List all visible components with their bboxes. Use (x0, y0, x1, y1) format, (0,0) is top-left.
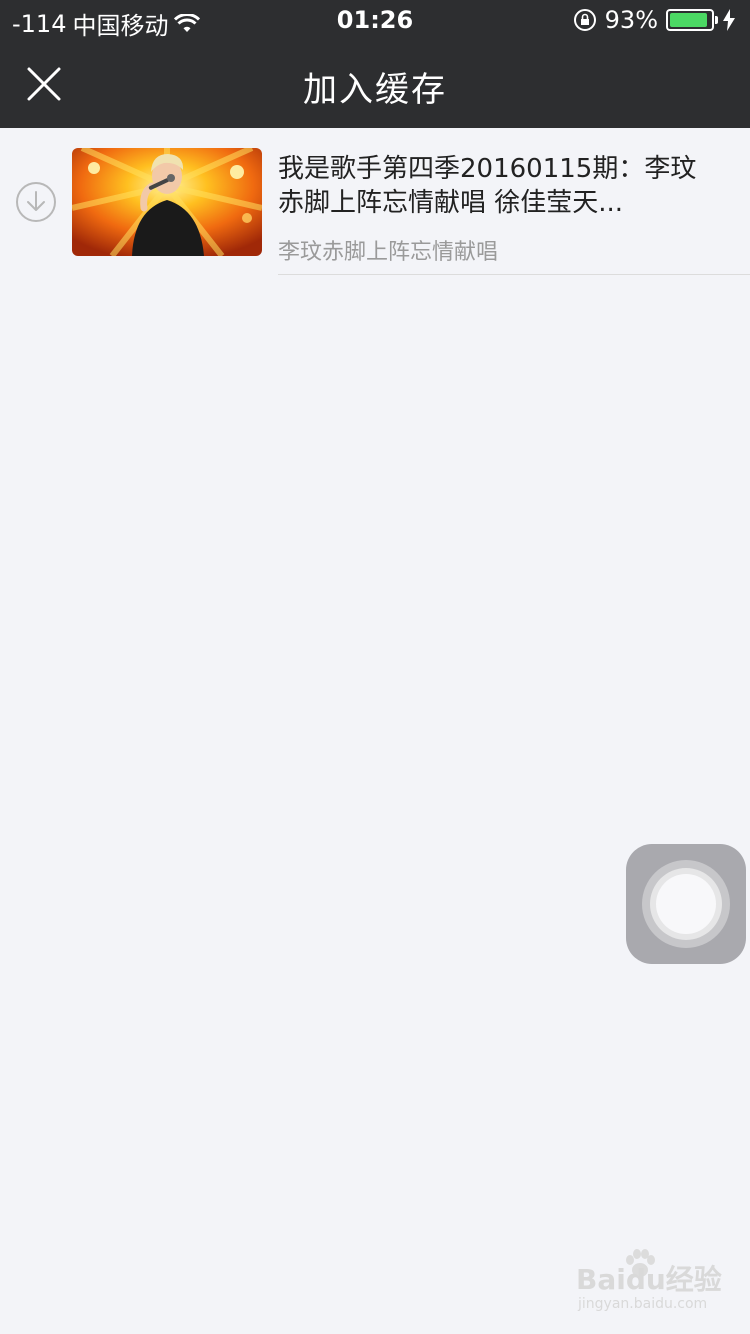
download-icon[interactable] (15, 181, 57, 223)
battery-percent: 93% (604, 6, 658, 34)
cache-list: 我是歌手第四季20160115期：李玟赤脚上阵忘情献唱 徐佳莹天... 李玟赤脚… (0, 128, 750, 276)
list-item[interactable]: 我是歌手第四季20160115期：李玟赤脚上阵忘情献唱 徐佳莹天... 李玟赤脚… (0, 128, 750, 276)
top-bar: -114 中国移动 01:26 93% 加入缓存 (0, 0, 750, 128)
battery-icon (666, 9, 718, 31)
assistive-core (656, 874, 716, 934)
charging-bolt-icon (723, 9, 735, 31)
assistive-touch-button[interactable] (626, 844, 746, 964)
watermark-main-text: Baidu经验 (576, 1263, 722, 1296)
rotation-lock-icon (573, 9, 596, 31)
video-title[interactable]: 我是歌手第四季20160115期：李玟赤脚上阵忘情献唱 徐佳莹天... (278, 152, 698, 220)
status-right: 93% (573, 6, 736, 34)
watermark-sub-text: jingyan.baidu.com (578, 1296, 708, 1312)
row-divider (278, 274, 750, 275)
status-bar: -114 中国移动 01:26 93% (0, 0, 750, 40)
navigation-bar: 加入缓存 (0, 40, 750, 128)
singer-thumbnail-image (72, 148, 262, 256)
video-subtitle: 李玟赤脚上阵忘情献唱 (278, 240, 499, 265)
battery-fill (670, 13, 708, 27)
baidu-watermark: Baidu经验 jingyan.baidu.com (572, 1249, 742, 1320)
video-thumbnail[interactable] (72, 148, 262, 256)
page-title: 加入缓存 (303, 70, 447, 110)
